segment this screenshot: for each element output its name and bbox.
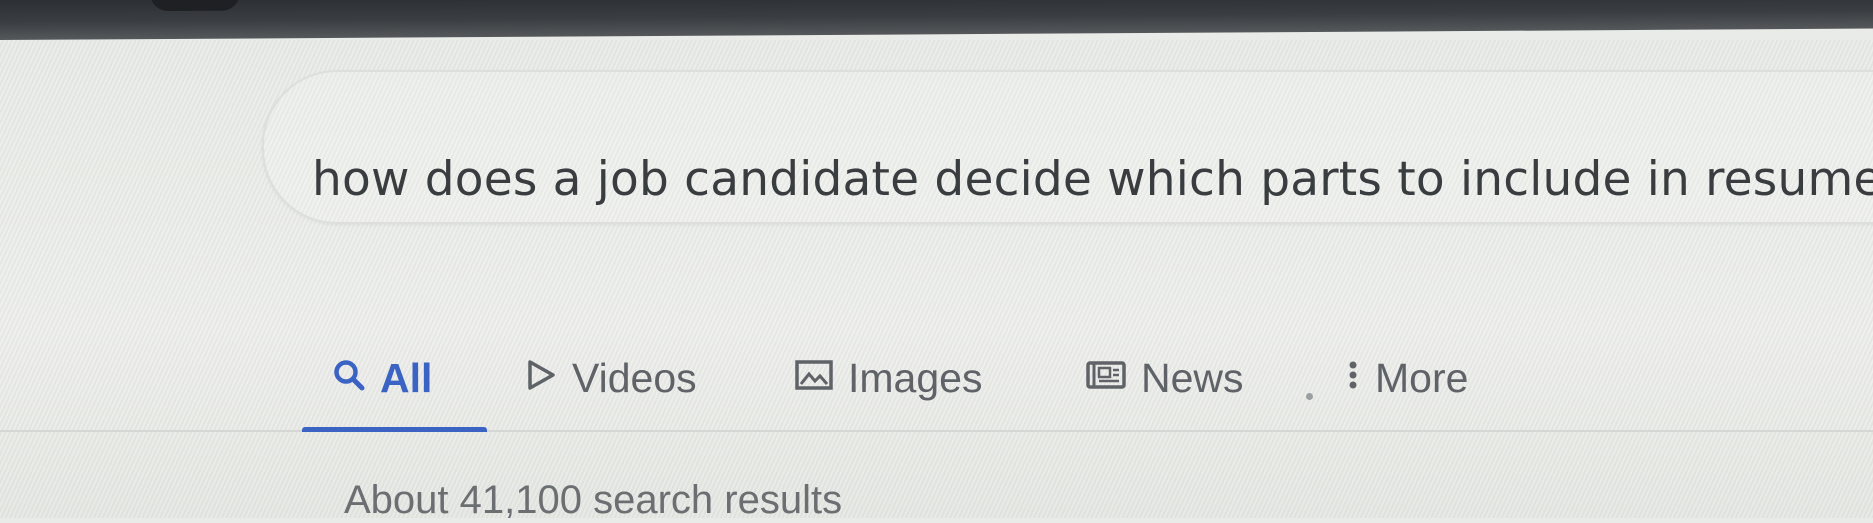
tab-news-label: News: [1141, 354, 1244, 401]
result-stats: About 41,100 search results: [344, 478, 843, 522]
tab-all-label: All: [380, 354, 433, 401]
tab-all[interactable]: All: [332, 348, 432, 408]
tab-videos[interactable]: Videos: [524, 348, 697, 408]
tabs-divider: [0, 430, 1873, 432]
tab-videos-label: Videos: [572, 354, 697, 401]
search-query-text[interactable]: how does a job candidate decide which pa…: [312, 152, 1873, 207]
tab-images-label: Images: [848, 354, 983, 401]
search-tabs: All Videos Images News More: [300, 348, 1873, 418]
bezel-corner: [150, 0, 240, 12]
tab-images[interactable]: Images: [794, 348, 982, 408]
tab-news[interactable]: News: [1085, 348, 1244, 408]
tab-more[interactable]: More: [1345, 348, 1468, 408]
search-icon: [332, 355, 366, 402]
screen-speck: [1306, 393, 1313, 400]
newspaper-icon: [1085, 355, 1127, 402]
play-icon: [524, 355, 558, 402]
monitor-bezel: [0, 0, 1873, 41]
image-icon: [794, 355, 834, 402]
more-vertical-icon: [1345, 355, 1361, 402]
tab-more-label: More: [1375, 354, 1469, 401]
active-tab-underline: [302, 427, 487, 432]
